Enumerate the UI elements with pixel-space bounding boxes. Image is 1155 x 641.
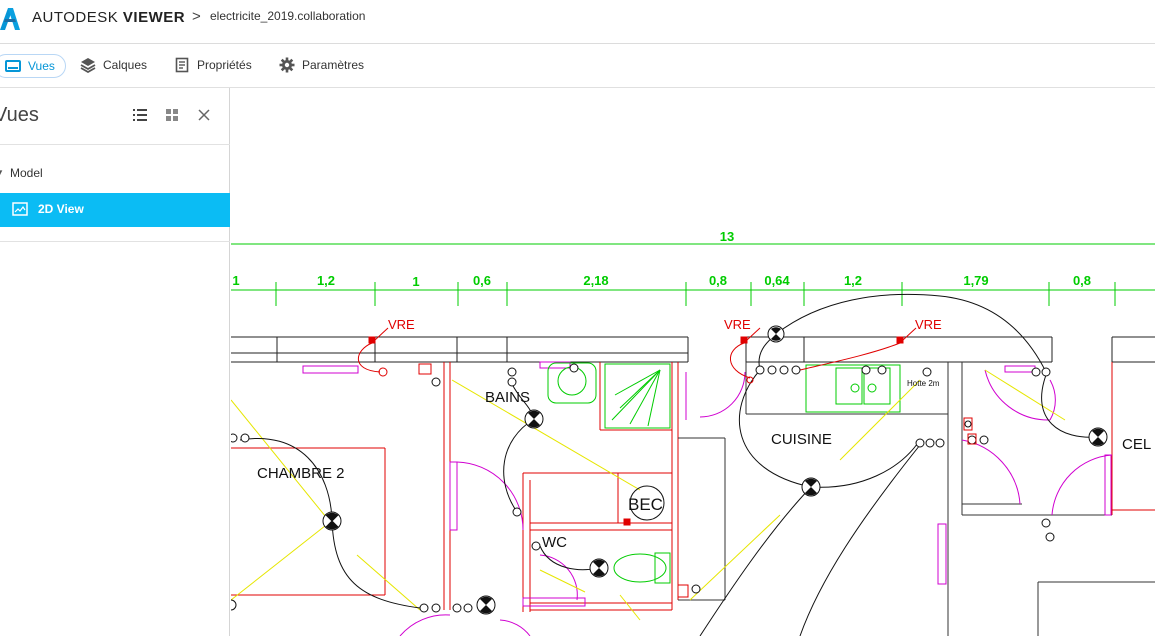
room-label: BAINS: [485, 389, 530, 406]
vre-label: VRE: [724, 317, 751, 332]
hotte-label: Hotte 2m: [907, 379, 940, 388]
document-icon: [175, 57, 189, 73]
tree-item-2d-view[interactable]: 2D View: [0, 193, 230, 227]
floor-plan[interactable]: 13 1 1,2 1 0,6 2,18 0,8 0,64 1,2 1,79 0,…: [225, 88, 1155, 637]
tab-vues[interactable]: Vues: [0, 54, 66, 78]
room-label: CEL: [1122, 436, 1151, 453]
dimension-label: 2,18: [583, 273, 608, 288]
views-panel: Vues ▼ Model 2D View: [0, 88, 230, 636]
tab-calques-label: Calques: [103, 58, 148, 72]
panel-header-divider: [0, 144, 230, 145]
dimension-label: 1,2: [844, 273, 862, 288]
doors-windows: [302, 361, 1113, 637]
room-label: WC: [542, 534, 567, 551]
partition-walls: [678, 362, 1155, 636]
close-icon[interactable]: [195, 106, 213, 124]
brand-autodesk: AUTODESK: [32, 9, 119, 26]
room-label: BEC: [628, 495, 663, 514]
light-points: [322, 325, 1108, 615]
vre-label: VRE: [388, 317, 415, 332]
dimension-label: 0,64: [764, 273, 790, 288]
total-dimension-label: 13: [720, 229, 734, 244]
toolbar: Vues Calques Propriétés Paramètres: [0, 44, 1155, 88]
room-label: CHAMBRE 2: [257, 465, 345, 482]
tree-group-label: Model: [10, 166, 43, 180]
breadcrumb-filename[interactable]: electricite_2019.collaboration: [210, 9, 365, 23]
panel-title: Vues: [0, 104, 39, 126]
dimension-label: 1,2: [317, 273, 335, 288]
dimension-label: 0,8: [709, 273, 727, 288]
dimension-label: 0,6: [473, 273, 491, 288]
autodesk-logo-icon: [0, 8, 20, 30]
breadcrumb-chevron-icon: >: [192, 8, 201, 25]
sheet-view-icon: [12, 202, 28, 216]
tab-parametres[interactable]: Paramètres: [279, 54, 364, 76]
monitor-icon: [5, 60, 21, 72]
app-title: AUTODESK VIEWER: [32, 9, 185, 26]
tab-proprietes[interactable]: Propriétés: [174, 54, 252, 76]
tab-proprietes-label: Propriétés: [197, 58, 252, 72]
dimension-label: 0,8: [1073, 273, 1091, 288]
expand-triangle-icon[interactable]: ▼: [0, 168, 4, 177]
tab-parametres-label: Paramètres: [302, 58, 365, 72]
wiring: [239, 293, 1099, 637]
vre-label: VRE: [915, 317, 942, 332]
gear-icon: [279, 57, 295, 73]
tab-calques[interactable]: Calques: [80, 54, 147, 76]
list-view-icon[interactable]: [131, 106, 149, 124]
top-bar: AUTODESK VIEWER > electricite_2019.colla…: [0, 0, 1155, 44]
tree-item-label: 2D View: [38, 202, 84, 216]
tab-vues-label: Vues: [28, 59, 55, 73]
dimension-label: 1: [232, 273, 239, 288]
brand-viewer: VIEWER: [122, 9, 186, 26]
dimension-chain: [231, 282, 1155, 306]
room-label: CUISINE: [771, 431, 832, 448]
grid-view-icon[interactable]: [163, 106, 181, 124]
drawing-canvas[interactable]: 13 1 1,2 1 0,6 2,18 0,8 0,64 1,2 1,79 0,…: [225, 88, 1155, 637]
dimension-label: 1,79: [963, 273, 988, 288]
layers-icon: [80, 58, 96, 73]
dimension-label: 1: [412, 274, 419, 289]
tree-divider: [0, 241, 230, 242]
